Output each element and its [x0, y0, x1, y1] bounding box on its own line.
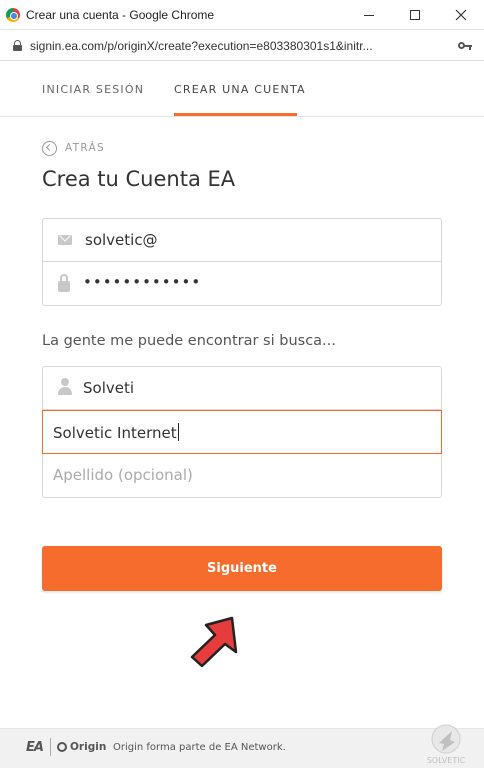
- origin-logo-text: Origin: [70, 741, 107, 753]
- close-icon: [455, 9, 467, 21]
- url-text[interactable]: signin.ea.com/p/originX/create?execution…: [30, 39, 440, 53]
- text-cursor: [177, 423, 179, 441]
- watermark-text: SOLVETIC: [427, 756, 466, 765]
- password-field[interactable]: ••••••••••••: [42, 262, 442, 306]
- first-name-field[interactable]: Solveti: [42, 366, 442, 410]
- maximize-button[interactable]: [392, 0, 438, 30]
- maximize-icon: [410, 10, 420, 20]
- tab-iniciar-sesion[interactable]: INICIAR SESIÓN: [42, 83, 144, 96]
- address-bar[interactable]: signin.ea.com/p/originX/create?execution…: [0, 31, 484, 61]
- footer-text: Origin forma parte de EA Network.: [113, 742, 286, 753]
- footer: EA Origin Origin forma parte de EA Netwo…: [0, 728, 484, 768]
- password-value: ••••••••••••: [83, 273, 202, 291]
- active-tab-indicator: [174, 113, 297, 116]
- first-name-value: Solveti: [83, 379, 135, 397]
- window-titlebar: Crear una cuenta - Google Chrome: [0, 0, 484, 30]
- user-icon: [58, 378, 72, 396]
- nickname-value: Solvetic Internet: [53, 424, 177, 442]
- tab-crear-cuenta[interactable]: CREAR UNA CUENTA: [174, 83, 306, 96]
- back-label: ATRÁS: [65, 142, 105, 154]
- origin-logo-icon: [57, 742, 67, 752]
- annotation-arrow-icon: [190, 616, 238, 668]
- helper-text: La gente me puede encontrar si busca...: [42, 333, 336, 349]
- minimize-icon: [364, 14, 374, 16]
- lock-icon: [13, 40, 22, 51]
- nickname-value-wrapper: Solvetic Internet: [53, 423, 179, 442]
- chevron-left-circle-icon: [42, 140, 57, 156]
- chrome-logo-icon: [6, 8, 20, 22]
- nickname-field[interactable]: Solvetic Internet: [42, 410, 442, 454]
- last-name-field[interactable]: Apellido (opcional): [42, 454, 442, 498]
- back-link[interactable]: ATRÁS: [42, 140, 105, 156]
- email-field[interactable]: solvetic@: [42, 218, 442, 262]
- close-button[interactable]: [438, 0, 484, 30]
- ea-logo: EA: [26, 740, 44, 755]
- page-title: Crea tu Cuenta EA: [42, 167, 236, 191]
- auth-tabs: INICIAR SESIÓN CREAR UNA CUENTA: [0, 62, 484, 117]
- key-icon[interactable]: [458, 41, 472, 51]
- email-value: solvetic@: [85, 231, 158, 249]
- mail-icon: [58, 235, 72, 245]
- minimize-button[interactable]: [346, 0, 392, 30]
- footer-divider: [50, 738, 51, 756]
- window-title: Crear una cuenta - Google Chrome: [26, 8, 215, 22]
- origin-logo: Origin: [57, 741, 106, 753]
- last-name-placeholder: Apellido (opcional): [53, 466, 193, 484]
- watermark-logo: SOLVETIC: [427, 724, 466, 765]
- padlock-icon: [58, 274, 70, 292]
- next-button[interactable]: Siguiente: [42, 546, 442, 591]
